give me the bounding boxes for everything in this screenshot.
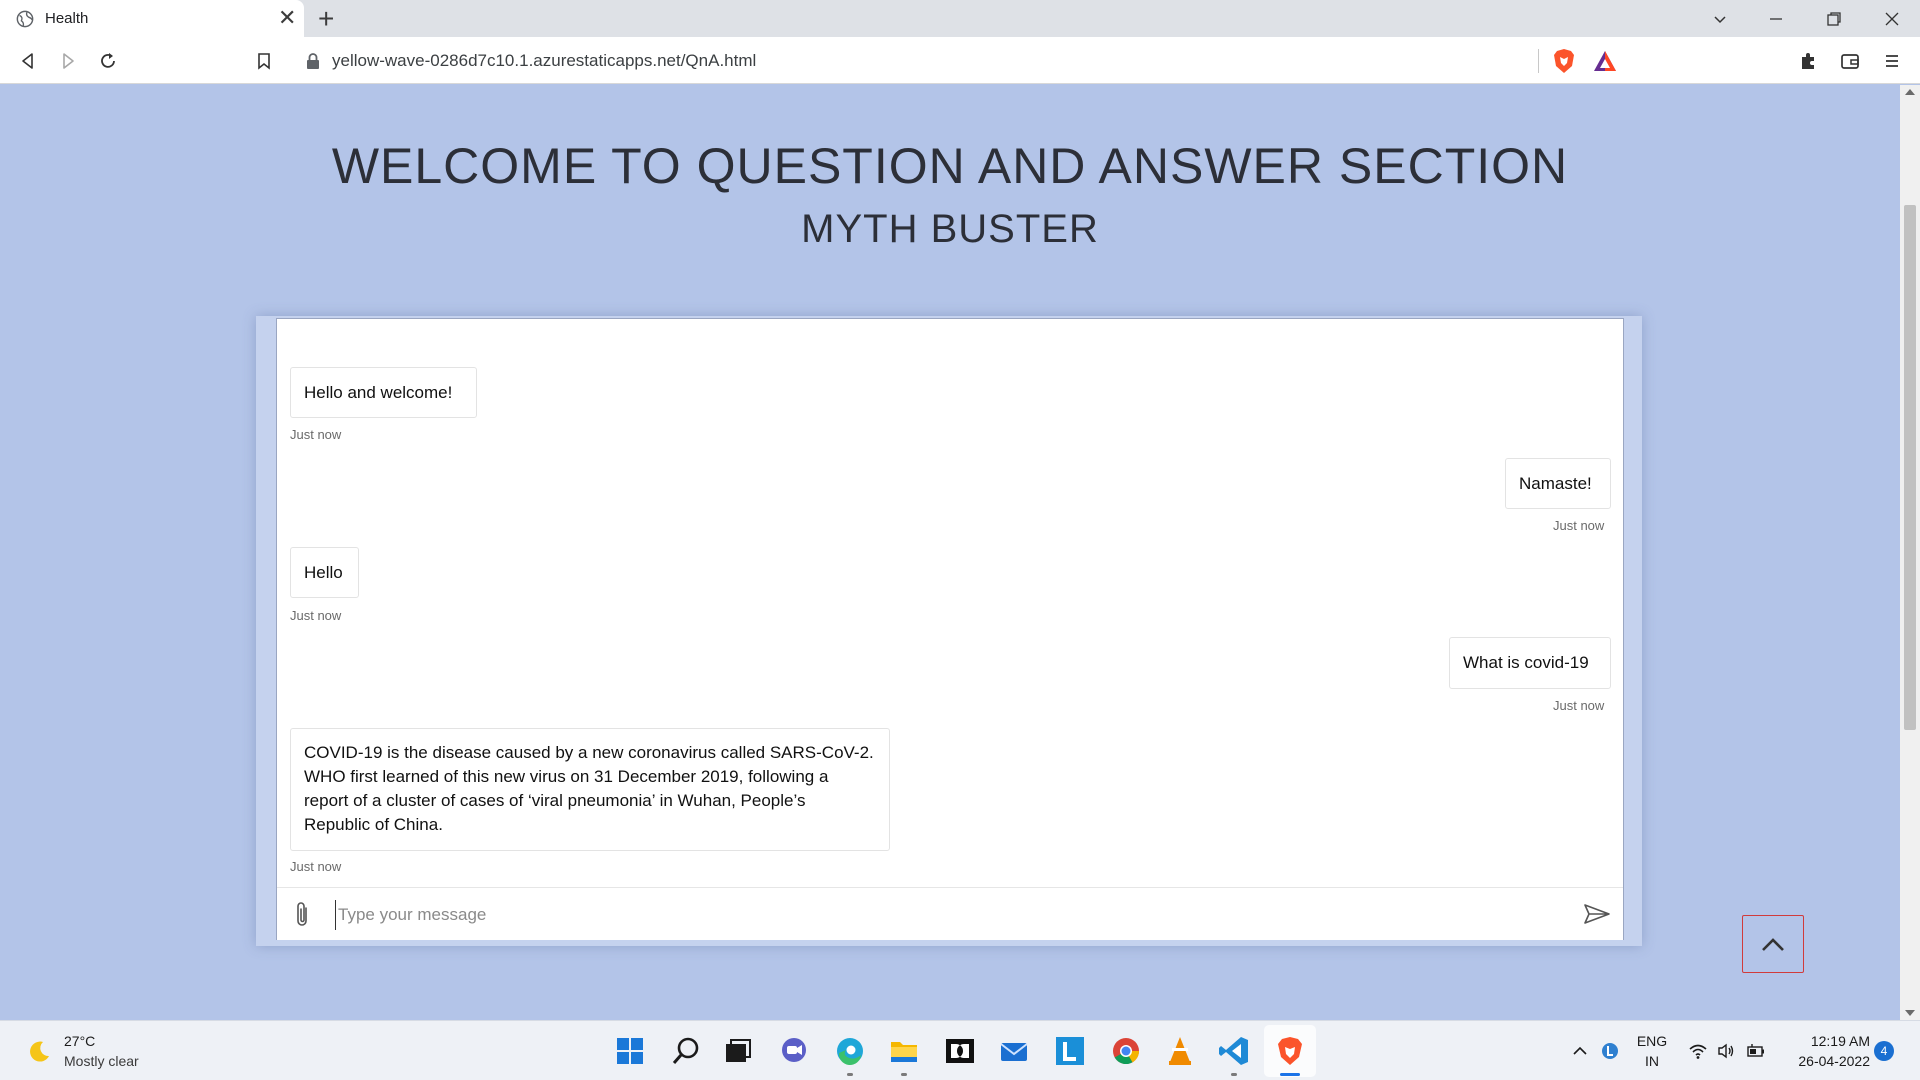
message-text: COVID-19 is the disease caused by a new … [304,743,874,834]
wallet-icon [1841,54,1859,69]
file-explorer-icon[interactable] [888,1035,920,1067]
message-input[interactable] [335,900,1535,930]
vscode-icon[interactable] [1218,1035,1250,1067]
l-app-icon[interactable] [1054,1035,1086,1067]
message-text: Hello [304,563,343,582]
message-bubble-bot: COVID-19 is the disease caused by a new … [290,728,890,851]
running-indicator [901,1073,907,1076]
task-view-icon[interactable] [722,1035,754,1067]
url-text: yellow-wave-0286d7c10.1.azurestaticapps.… [332,51,757,70]
globe-icon [16,10,34,28]
clock-date[interactable]: 26-04-2022 [1780,1053,1870,1069]
vlc-icon[interactable] [1164,1035,1196,1067]
chat-window: Hello and welcome! Just now Namaste! Jus… [276,318,1624,940]
tab-title: Health [45,10,89,27]
message-text: Namaste! [1519,474,1592,493]
weather-description[interactable]: Mostly clear [64,1053,139,1069]
message-timestamp: Just now [1553,518,1605,533]
message-bubble-bot: Hello [290,547,359,598]
windows-start-icon[interactable] [614,1035,646,1067]
page-title: WELCOME TO QUESTION AND ANSWER SECTION [331,138,1569,194]
notification-badge[interactable]: 4 [1874,1041,1894,1061]
browser-toolbar: yellow-wave-0286d7c10.1.azurestaticapps.… [0,37,1920,84]
tab-search-icon[interactable] [1692,0,1748,37]
tab-close-icon[interactable]: ✕ [278,6,296,30]
language-region[interactable]: IN [1630,1053,1674,1069]
page-scrollbar[interactable] [1900,85,1920,1020]
chrome-icon[interactable] [1110,1035,1142,1067]
volume-icon[interactable] [1716,1041,1736,1061]
taskbar: 27°C Mostly clear ENG IN 12:19 AM 26-04-… [0,1020,1920,1080]
hamburger-menu-icon [1886,55,1898,67]
message-bubble-user: What is covid-19 [1449,637,1611,689]
puzzle-piece-icon [1802,53,1814,69]
weather-temperature[interactable]: 27°C [64,1033,95,1049]
bookmark-icon [258,53,270,70]
forward-button[interactable] [54,47,82,75]
paperclip-icon[interactable] [291,901,313,929]
message-timestamp: Just now [290,859,342,874]
page-subtitle: MYTH BUSTER [801,207,1099,251]
message-composer [277,887,1623,940]
language-indicator[interactable]: ENG [1630,1033,1674,1049]
message-bubble-bot: Hello and welcome! [290,367,477,418]
brave-rewards-icon[interactable] [1593,49,1617,73]
running-indicator [1231,1073,1237,1076]
bookmark-button[interactable] [250,47,278,75]
message-timestamp: Just now [1553,698,1605,713]
extensions-button[interactable] [1794,47,1822,75]
active-app-indicator [1280,1073,1300,1076]
message-bubble-user: Namaste! [1505,458,1611,509]
chevron-up-icon[interactable] [1570,1041,1590,1061]
scroll-down-arrow-icon[interactable] [1905,1010,1915,1016]
brave-browser-icon[interactable] [1274,1035,1306,1067]
browser-tab[interactable]: Health ✕ [0,0,304,37]
tray-app-icon[interactable] [1600,1041,1620,1061]
back-button[interactable] [14,47,42,75]
edge-browser-icon[interactable] [834,1035,866,1067]
battery-icon[interactable] [1746,1041,1766,1061]
chevron-up-icon [1762,938,1784,951]
minimize-button[interactable] [1748,0,1804,37]
restore-button[interactable] [1806,0,1862,37]
reload-button[interactable] [94,47,122,75]
scroll-up-arrow-icon[interactable] [1905,89,1915,95]
scroll-to-top-button[interactable] [1742,915,1804,973]
new-tab-button[interactable]: + [318,3,334,35]
message-text: Hello and welcome! [304,383,453,402]
chat-icon[interactable] [778,1035,810,1067]
mail-icon[interactable] [998,1035,1030,1067]
tab-strip: Health ✕ + [0,0,1920,37]
page-content: WELCOME TO QUESTION AND ANSWER SECTION M… [0,85,1900,1020]
wifi-icon[interactable] [1688,1041,1708,1061]
scrollbar-thumb[interactable] [1904,205,1916,730]
send-icon[interactable] [1583,902,1611,926]
address-bar-divider [1538,49,1539,73]
message-text: What is covid-19 [1463,653,1589,672]
message-timestamp: Just now [290,608,342,623]
chat-widget: Hello and welcome! Just now Namaste! Jus… [256,316,1642,946]
lock-icon [307,53,319,69]
dolby-access-icon[interactable] [944,1035,976,1067]
address-bar[interactable]: yellow-wave-0286d7c10.1.azurestaticapps.… [290,43,1620,78]
forward-arrow-icon [63,53,74,69]
wallet-button[interactable] [1836,47,1864,75]
brave-shields-icon[interactable] [1552,48,1576,74]
running-indicator [847,1073,853,1076]
moon-weather-icon[interactable] [26,1039,52,1065]
close-window-button[interactable] [1864,0,1920,37]
search-icon[interactable] [670,1035,702,1067]
clock-time[interactable]: 12:19 AM [1780,1033,1870,1049]
reload-icon [101,53,115,68]
back-arrow-icon [22,53,33,69]
menu-button[interactable] [1878,47,1906,75]
message-timestamp: Just now [290,427,342,442]
